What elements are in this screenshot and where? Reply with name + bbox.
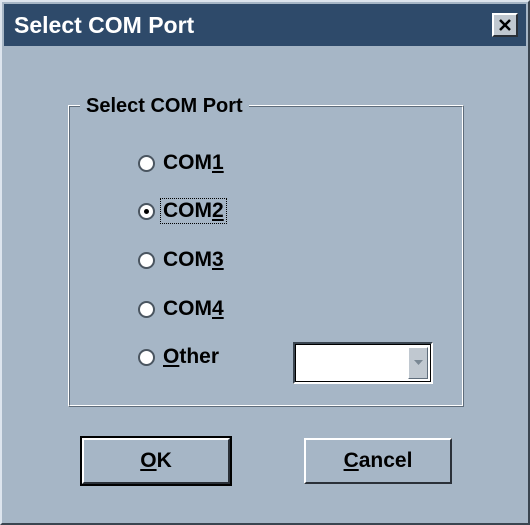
radio-label-com2[interactable]: COM2 <box>160 198 227 224</box>
dialog-window: Select COM Port Select COM Port COM1 COM… <box>0 0 530 525</box>
radio-label-com1[interactable]: COM1 <box>161 151 226 175</box>
radio-button-com1[interactable] <box>138 154 155 172</box>
radio-button-com2[interactable] <box>138 202 155 220</box>
radio-button-com4[interactable] <box>138 300 155 318</box>
radio-com1[interactable]: COM1 <box>138 150 226 176</box>
radio-other[interactable]: Other <box>138 344 221 370</box>
radio-label-other[interactable]: Other <box>161 345 221 369</box>
radio-label-com4[interactable]: COM4 <box>161 297 226 321</box>
title-bar[interactable]: Select COM Port <box>4 4 526 46</box>
radio-button-other[interactable] <box>138 348 155 366</box>
radio-com2[interactable]: COM2 <box>138 198 227 224</box>
dropdown-button[interactable] <box>408 347 428 379</box>
chevron-down-icon <box>414 360 423 365</box>
radio-label-com3[interactable]: COM3 <box>161 248 226 272</box>
groupbox-legend: Select COM Port <box>80 94 249 118</box>
close-icon <box>499 19 511 31</box>
cancel-button[interactable]: Cancel <box>304 438 452 484</box>
ok-button[interactable]: OK <box>80 436 232 486</box>
radio-com4[interactable]: COM4 <box>138 296 226 322</box>
close-button[interactable] <box>492 13 518 37</box>
other-port-combobox[interactable] <box>293 342 433 384</box>
radio-com3[interactable]: COM3 <box>138 247 226 273</box>
window-title: Select COM Port <box>14 12 195 38</box>
radio-button-com3[interactable] <box>138 251 155 269</box>
